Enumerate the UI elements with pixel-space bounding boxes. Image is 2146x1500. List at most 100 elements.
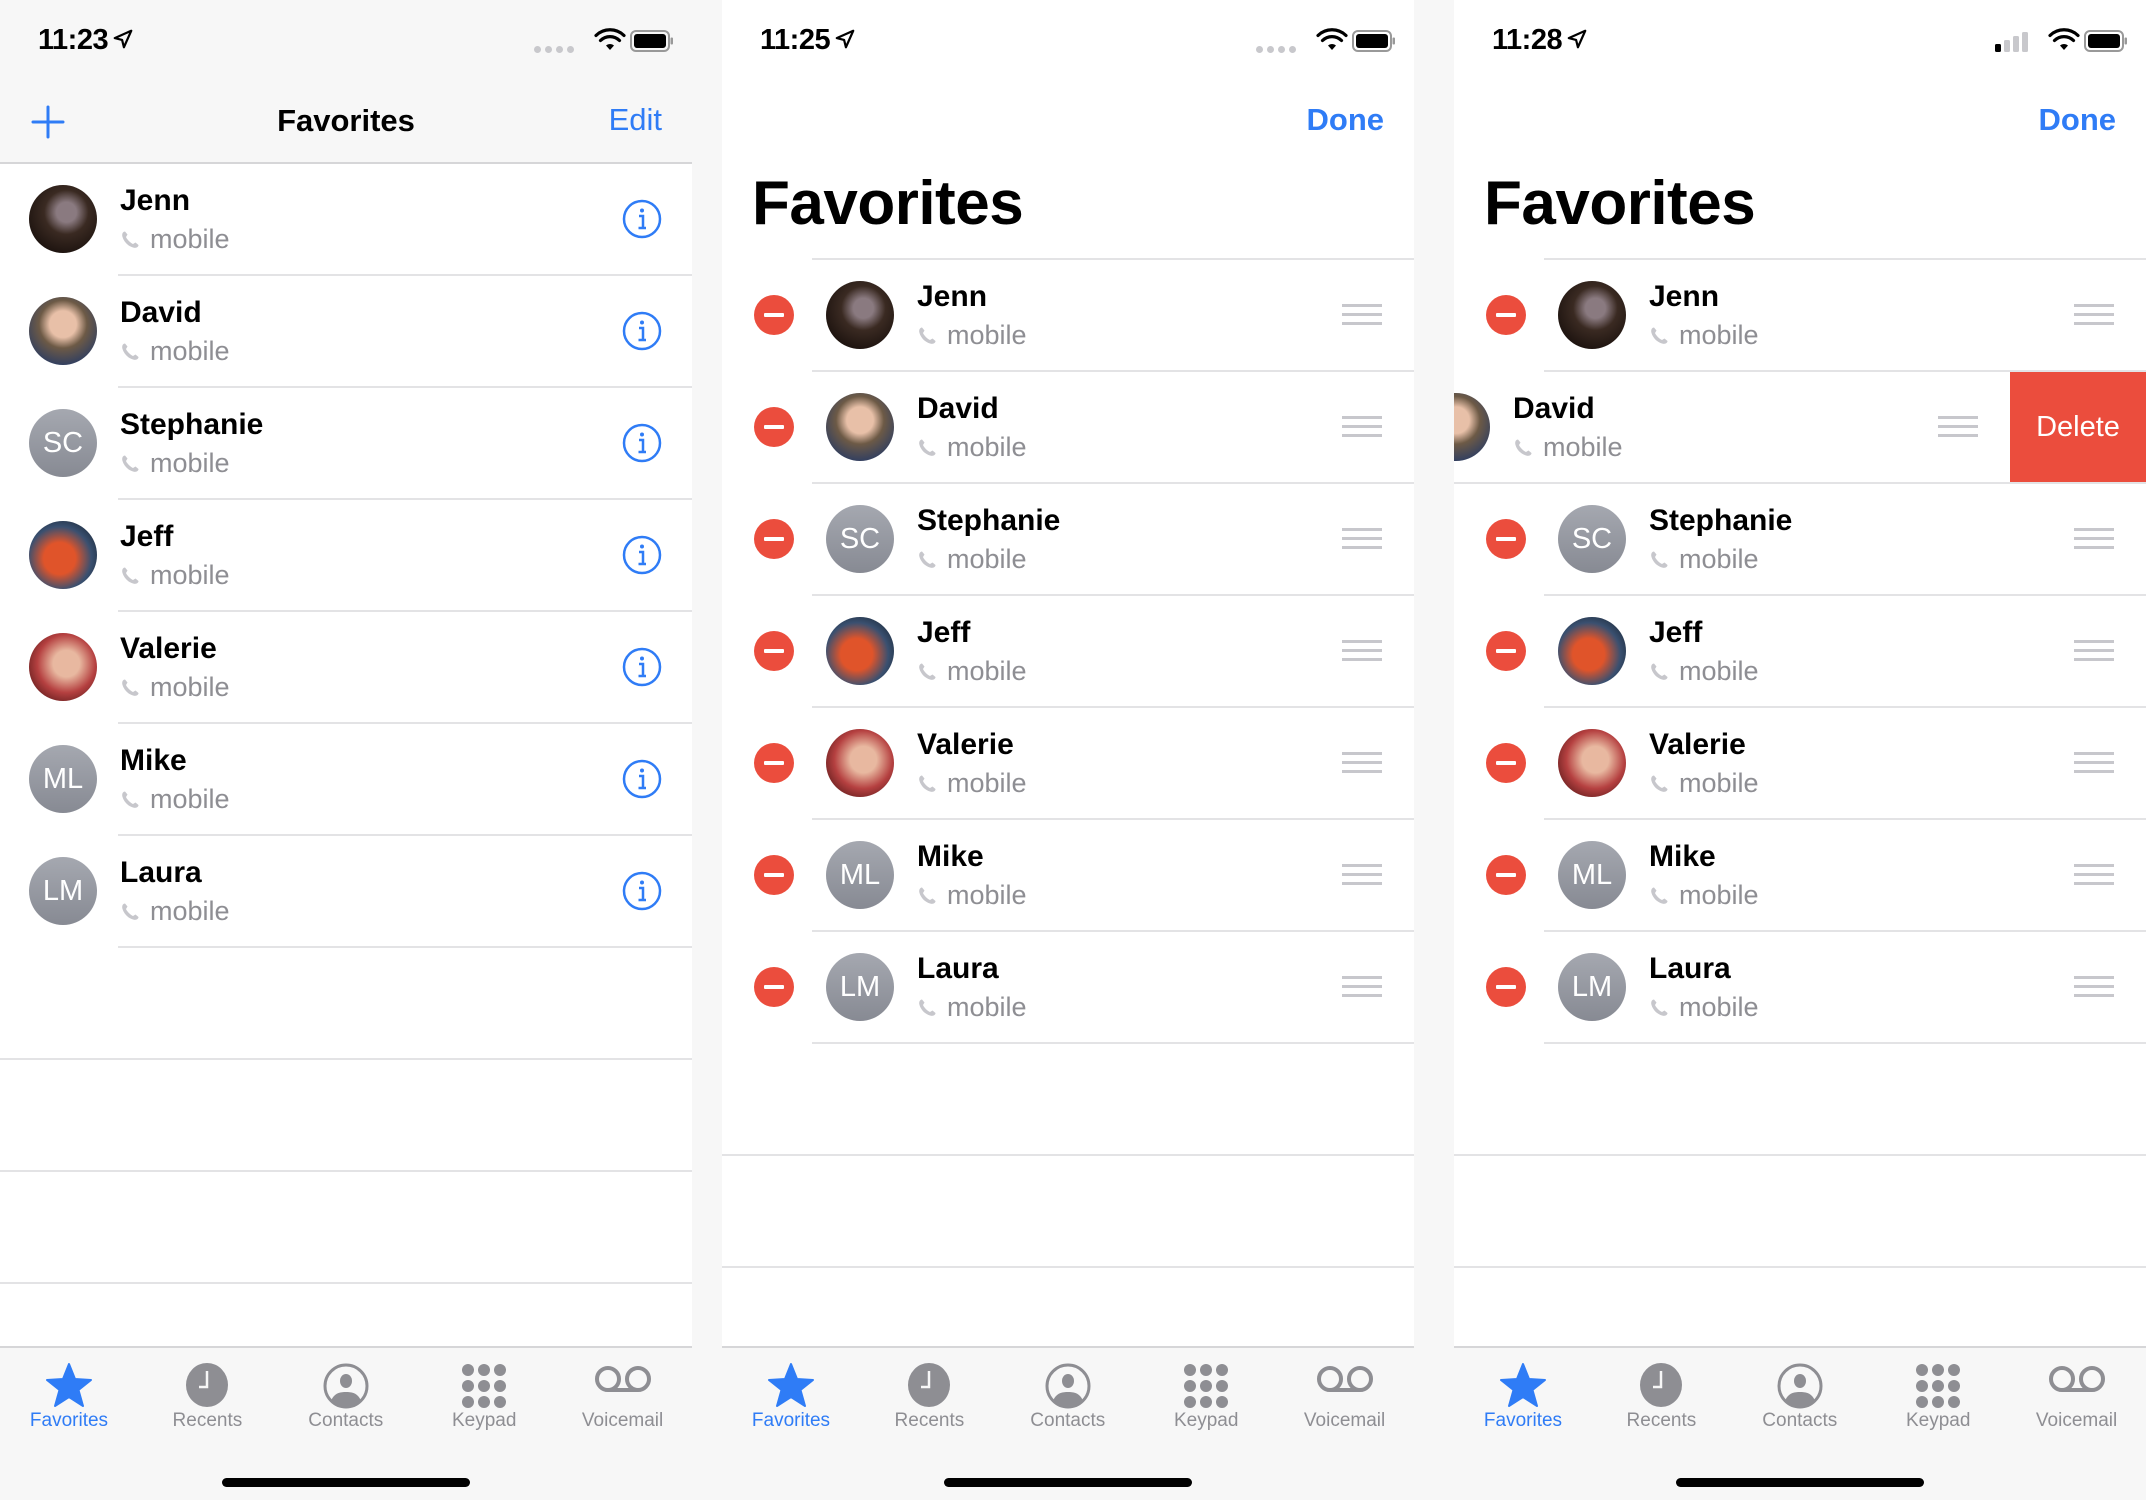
home-indicator[interactable] <box>1676 1478 1924 1487</box>
reorder-handle-icon[interactable] <box>2074 304 2114 326</box>
remove-favorite-button[interactable] <box>754 631 794 671</box>
reorder-handle-icon[interactable] <box>1342 864 1382 886</box>
reorder-handle-icon[interactable] <box>2074 528 2114 550</box>
tab-recents[interactable]: Recents <box>138 1348 276 1448</box>
remove-favorite-button[interactable] <box>1486 295 1526 335</box>
done-button[interactable]: Done <box>1307 102 1385 138</box>
favorite-row[interactable]: ML Mike mobile <box>722 820 1414 932</box>
person-circle-icon <box>1045 1363 1091 1409</box>
tab-voicemail[interactable]: Voicemail <box>554 1348 692 1448</box>
reorder-handle-icon[interactable] <box>1342 640 1382 662</box>
favorite-row[interactable]: SC Stephanie mobile <box>1454 484 2146 596</box>
phone-icon <box>122 791 139 808</box>
favorite-row[interactable]: David mobile Delete <box>1454 372 2146 484</box>
favorite-row[interactable]: Valerie mobile <box>1454 708 2146 820</box>
number-type-label: mobile <box>1679 544 1759 574</box>
page-title: Favorites <box>752 169 1024 238</box>
info-icon[interactable] <box>622 647 662 687</box>
status-bar: 11:28 <box>1454 0 2146 80</box>
info-icon[interactable] <box>622 535 662 575</box>
favorite-row[interactable]: LM Laura mobile <box>0 836 692 948</box>
tab-favorites[interactable]: Favorites <box>0 1348 138 1448</box>
home-indicator[interactable] <box>944 1478 1192 1487</box>
favorite-row[interactable]: David mobile <box>722 372 1414 484</box>
status-bar: 11:25 <box>722 0 1414 80</box>
favorite-row[interactable]: Jeff mobile <box>1454 596 2146 708</box>
favorite-row[interactable]: LM Laura mobile <box>722 932 1414 1044</box>
contact-number-type: mobile <box>917 544 1027 575</box>
favorite-row[interactable]: Jeff mobile <box>722 596 1414 708</box>
done-button[interactable]: Done <box>2039 102 2117 138</box>
reorder-handle-icon[interactable] <box>2074 752 2114 774</box>
reorder-handle-icon[interactable] <box>1938 416 1978 438</box>
remove-favorite-button[interactable] <box>1486 743 1526 783</box>
contact-number-type: mobile <box>1649 320 1759 351</box>
edit-button[interactable]: Edit <box>609 102 662 138</box>
info-icon[interactable] <box>622 759 662 799</box>
home-indicator[interactable] <box>222 1478 470 1487</box>
page-title: Favorites <box>1484 169 1756 238</box>
remove-favorite-button[interactable] <box>754 743 794 783</box>
info-icon[interactable] <box>622 311 662 351</box>
swiped-row-content[interactable]: David mobile <box>1454 372 2010 482</box>
favorite-row[interactable]: ML Mike mobile <box>1454 820 2146 932</box>
remove-favorite-button[interactable] <box>754 855 794 895</box>
reorder-handle-icon[interactable] <box>1342 752 1382 774</box>
tab-favorites[interactable]: Favorites <box>1454 1348 1592 1448</box>
reorder-handle-icon[interactable] <box>1342 528 1382 550</box>
tab-recents[interactable]: Recents <box>860 1348 998 1448</box>
number-type-label: mobile <box>1679 320 1759 350</box>
tab-bar: Favorites Recents Contacts Keypad Voicemail <box>0 1346 692 1500</box>
favorite-row[interactable]: ML Mike mobile <box>0 724 692 836</box>
info-icon[interactable] <box>622 871 662 911</box>
favorite-row[interactable]: Jenn mobile <box>1454 260 2146 372</box>
favorite-row[interactable]: Jenn mobile <box>722 260 1414 372</box>
tab-favorites[interactable]: Favorites <box>722 1348 860 1448</box>
phone-icon <box>919 439 936 456</box>
favorite-row[interactable]: David mobile <box>0 276 692 388</box>
reorder-handle-icon[interactable] <box>2074 640 2114 662</box>
phone-icon <box>122 455 139 472</box>
favorite-row[interactable]: SC Stephanie mobile <box>722 484 1414 596</box>
remove-favorite-button[interactable] <box>1486 631 1526 671</box>
favorite-row[interactable]: SC Stephanie mobile <box>0 388 692 500</box>
reorder-handle-icon[interactable] <box>2074 864 2114 886</box>
reorder-handle-icon[interactable] <box>1342 416 1382 438</box>
contact-name: David <box>917 392 999 425</box>
info-icon[interactable] <box>622 199 662 239</box>
empty-row <box>0 948 692 1060</box>
tab-recents[interactable]: Recents <box>1592 1348 1730 1448</box>
remove-favorite-button[interactable] <box>1486 519 1526 559</box>
info-icon[interactable] <box>622 423 662 463</box>
tab-contacts[interactable]: Contacts <box>1731 1348 1869 1448</box>
tab-contacts[interactable]: Contacts <box>277 1348 415 1448</box>
remove-favorite-button[interactable] <box>754 407 794 447</box>
favorite-row[interactable]: Jeff mobile <box>0 500 692 612</box>
tab-contacts[interactable]: Contacts <box>999 1348 1137 1448</box>
remove-favorite-button[interactable] <box>1486 967 1526 1007</box>
tab-voicemail[interactable]: Voicemail <box>2008 1348 2146 1448</box>
tab-keypad[interactable]: Keypad <box>1137 1348 1275 1448</box>
tab-label: Favorites <box>1483 1410 1563 1431</box>
favorite-row[interactable]: Valerie mobile <box>722 708 1414 820</box>
favorite-row[interactable]: LM Laura mobile <box>1454 932 2146 1044</box>
reorder-handle-icon[interactable] <box>2074 976 2114 998</box>
tab-keypad[interactable]: Keypad <box>415 1348 553 1448</box>
favorite-row[interactable]: Valerie mobile <box>0 612 692 724</box>
avatar <box>29 185 97 253</box>
tab-voicemail[interactable]: Voicemail <box>1276 1348 1414 1448</box>
reorder-handle-icon[interactable] <box>1342 976 1382 998</box>
remove-favorite-button[interactable] <box>754 295 794 335</box>
remove-favorite-button[interactable] <box>1486 855 1526 895</box>
phone-icon <box>919 551 936 568</box>
tab-label: Keypad <box>451 1410 517 1431</box>
phone-screen-favorites-edit: 11:25 Done Favorites Jenn mobile David mobi… <box>722 0 1414 1500</box>
tab-label: Recents <box>1626 1410 1697 1431</box>
number-type-label: mobile <box>947 432 1027 462</box>
delete-button[interactable]: Delete <box>2010 372 2146 482</box>
favorite-row[interactable]: Jenn mobile <box>0 164 692 276</box>
remove-favorite-button[interactable] <box>754 519 794 559</box>
tab-keypad[interactable]: Keypad <box>1869 1348 2007 1448</box>
reorder-handle-icon[interactable] <box>1342 304 1382 326</box>
remove-favorite-button[interactable] <box>754 967 794 1007</box>
